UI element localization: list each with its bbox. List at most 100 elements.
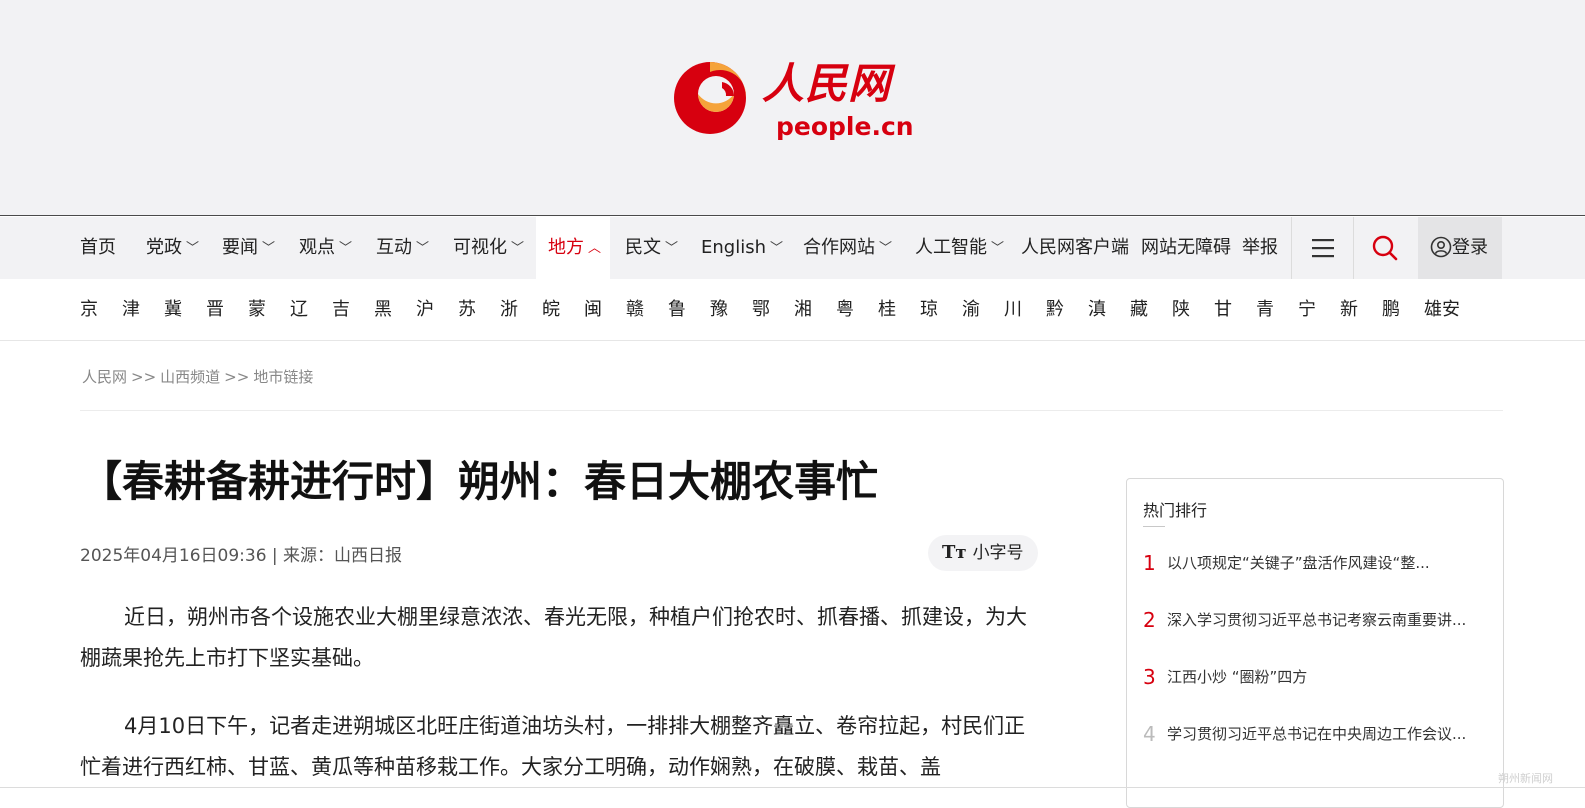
hot-list-item[interactable]: 2 深入学习贯彻习近平总书记考察云南重要讲... xyxy=(1143,608,1483,638)
region-link[interactable]: 黔 xyxy=(1046,279,1064,341)
chevron-down-icon: ﹀ xyxy=(991,241,1005,256)
hot-item-text: 以八项规定“关键子”盘活作风建设“整... xyxy=(1167,554,1430,572)
hot-list-item[interactable]: 1 以八项规定“关键子”盘活作风建设“整... xyxy=(1143,551,1483,581)
login-label: 登录 xyxy=(1452,237,1488,258)
region-link[interactable]: 吉 xyxy=(332,279,350,341)
region-link[interactable]: 新 xyxy=(1340,279,1358,341)
logo-wordmark[interactable]: 人民网 xyxy=(762,50,891,111)
chevron-down-icon: ﹀ xyxy=(511,241,525,256)
region-link[interactable]: 晋 xyxy=(206,279,224,341)
breadcrumb-link[interactable]: 人民网 xyxy=(82,368,127,386)
hamburger-icon[interactable] xyxy=(1292,217,1354,279)
region-link[interactable]: 蒙 xyxy=(248,279,266,341)
region-link[interactable]: 闽 xyxy=(584,279,602,341)
region-link[interactable]: 甘 xyxy=(1214,279,1232,341)
nav-item-accessibility[interactable]: 网站无障碍 xyxy=(1141,217,1231,279)
hot-title-underline xyxy=(1143,526,1165,527)
font-size-toggle[interactable]: Tт 小字号 xyxy=(928,535,1038,571)
region-link[interactable]: 川 xyxy=(1004,279,1022,341)
nav-label: 首页 xyxy=(80,237,116,258)
region-link[interactable]: 粤 xyxy=(836,279,854,341)
article-title: 【春耕备耕进行时】朔州：春日大棚农事忙 xyxy=(80,457,879,506)
region-link[interactable]: 京 xyxy=(80,279,98,341)
nav-item-app[interactable]: 人民网客户端 xyxy=(1021,217,1129,279)
region-link[interactable]: 湘 xyxy=(794,279,812,341)
region-link[interactable]: 辽 xyxy=(290,279,308,341)
region-link[interactable]: 浙 xyxy=(500,279,518,341)
chevron-down-icon: ﹀ xyxy=(879,241,893,256)
region-link[interactable]: 鄂 xyxy=(752,279,770,341)
nav-label: 要闻 xyxy=(222,237,258,258)
user-circle-icon xyxy=(1430,236,1452,258)
nav-label: English xyxy=(701,237,766,258)
nav-item-ethnic[interactable]: 民文 ﹀ xyxy=(625,217,678,279)
font-size-label: 小字号 xyxy=(972,543,1024,563)
nav-item-partners[interactable]: 合作网站 ﹀ xyxy=(803,217,892,279)
breadcrumb-divider xyxy=(80,410,1503,411)
region-nav: 京津冀晋蒙辽吉黑沪苏浙皖闽赣鲁豫鄂湘粤桂琼渝川黔滇藏陕甘青宁新鹏雄安 xyxy=(0,279,1585,341)
hot-item-text: 学习贯彻习近平总书记在中央周边工作会议... xyxy=(1167,725,1467,743)
region-link[interactable]: 藏 xyxy=(1130,279,1148,341)
region-link[interactable]: 渝 xyxy=(962,279,980,341)
region-link[interactable]: 苏 xyxy=(458,279,476,341)
nav-item-ai[interactable]: 人工智能 ﹀ xyxy=(915,217,1004,279)
chevron-down-icon: ﹀ xyxy=(665,241,679,256)
hot-rank: 2 xyxy=(1143,608,1156,632)
nav-item-party[interactable]: 党政 ﹀ xyxy=(146,217,199,279)
breadcrumb: 人民网 >> 山西频道 >> 地市链接 xyxy=(82,366,313,387)
region-link[interactable]: 桂 xyxy=(878,279,896,341)
nav-item-interact[interactable]: 互动 ﹀ xyxy=(376,217,429,279)
region-link[interactable]: 沪 xyxy=(416,279,434,341)
region-link[interactable]: 鹏 xyxy=(1382,279,1400,341)
article-paragraph: 近日，朔州市各个设施农业大棚里绿意浓浓、春光无限，种植户们抢农时、抓春播、抓建设… xyxy=(80,605,1027,670)
region-link[interactable]: 黑 xyxy=(374,279,392,341)
nav-label: 举报 xyxy=(1242,237,1278,258)
region-link[interactable]: 赣 xyxy=(626,279,644,341)
nav-label: 党政 xyxy=(146,237,182,258)
region-link[interactable]: 滇 xyxy=(1088,279,1106,341)
site-header: 人民网 people.cn xyxy=(0,0,1585,216)
nav-label: 地方 xyxy=(548,237,584,258)
nav-item-local[interactable]: 地方 ︿ xyxy=(536,217,610,279)
nav-label: 合作网站 xyxy=(803,237,875,258)
logo-domain[interactable]: people.cn xyxy=(776,112,914,141)
hot-ranking-panel: 热门排行 1 以八项规定“关键子”盘活作风建设“整... 2 深入学习贯彻习近平总书… xyxy=(1126,478,1504,808)
nav-item-home[interactable]: 首页 xyxy=(80,217,116,279)
region-link[interactable]: 琼 xyxy=(920,279,938,341)
nav-item-news[interactable]: 要闻 ﹀ xyxy=(222,217,275,279)
nav-label: 可视化 xyxy=(453,237,507,258)
nav-label: 网站无障碍 xyxy=(1141,237,1231,258)
search-icon[interactable] xyxy=(1354,217,1416,279)
chevron-down-icon: ﹀ xyxy=(339,241,353,256)
region-link[interactable]: 宁 xyxy=(1298,279,1316,341)
hot-item-text: 深入学习贯彻习近平总书记考察云南重要讲... xyxy=(1167,611,1467,629)
article-meta: 2025年04月16日09:36 | 来源：山西日报 xyxy=(80,546,403,566)
breadcrumb-link[interactable]: 山西频道 xyxy=(160,368,220,386)
region-link[interactable]: 青 xyxy=(1256,279,1274,341)
nav-label: 人民网客户端 xyxy=(1021,237,1129,258)
nav-item-visual[interactable]: 可视化 ﹀ xyxy=(453,217,524,279)
login-button[interactable]: 登录 xyxy=(1418,217,1502,279)
nav-item-report[interactable]: 举报 xyxy=(1242,217,1278,279)
chevron-down-icon: ﹀ xyxy=(262,241,276,256)
region-link[interactable]: 豫 xyxy=(710,279,728,341)
text-size-icon: Tт xyxy=(942,542,967,563)
hot-rank: 1 xyxy=(1143,551,1156,575)
hot-list-item[interactable]: 4 学习贯彻习近平总书记在中央周边工作会议... xyxy=(1143,722,1483,752)
hot-list-item[interactable]: 3 江西小炒 “圈粉”四方 xyxy=(1143,665,1483,695)
breadcrumb-link[interactable]: 地市链接 xyxy=(253,368,313,386)
region-link[interactable]: 皖 xyxy=(542,279,560,341)
region-link[interactable]: 鲁 xyxy=(668,279,686,341)
region-link[interactable]: 津 xyxy=(122,279,140,341)
nav-item-english[interactable]: English ﹀ xyxy=(701,217,783,279)
nav-item-opinion[interactable]: 观点 ﹀ xyxy=(299,217,352,279)
nav-label: 互动 xyxy=(376,237,412,258)
nav-label: 民文 xyxy=(625,237,661,258)
viewport-bottom-rule xyxy=(0,787,1585,788)
region-link[interactable]: 雄安 xyxy=(1424,279,1460,341)
watermark: 朔州新闻网 xyxy=(1498,772,1553,785)
hot-item-text: 江西小炒 “圈粉”四方 xyxy=(1167,668,1308,686)
region-link[interactable]: 冀 xyxy=(164,279,182,341)
chevron-down-icon: ﹀ xyxy=(770,241,784,256)
region-link[interactable]: 陕 xyxy=(1172,279,1190,341)
